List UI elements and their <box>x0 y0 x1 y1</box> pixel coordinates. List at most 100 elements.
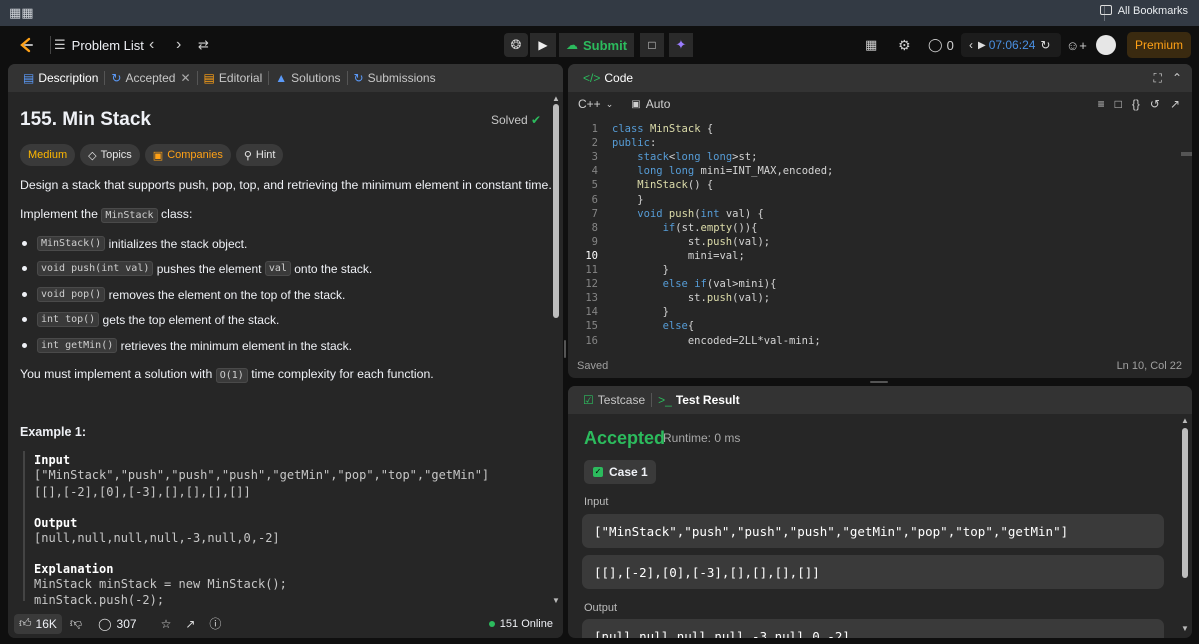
check-icon: ✓ <box>593 467 603 477</box>
next-problem-chevron-icon[interactable]: › <box>176 26 181 64</box>
code-editor[interactable]: 1 class MinStack {2 public: 3 stack<long lo… <box>568 122 1178 350</box>
comment-count: 307 <box>116 616 137 631</box>
language-select[interactable]: C++ ⌄ <box>578 97 613 111</box>
description-scrollbar[interactable] <box>553 104 559 318</box>
list-item: void push(int val) pushes the element va… <box>22 261 372 276</box>
comments-button[interactable]: ◯ 307 <box>98 617 136 631</box>
method-desc: gets the top element of the stack. <box>102 312 280 327</box>
layout-grid-icon[interactable]: ▦ <box>865 26 877 64</box>
tab-editorial[interactable]: ▤ Editorial <box>198 64 269 92</box>
tab-solutions[interactable]: ▲ Solutions <box>269 64 346 92</box>
share-icon[interactable]: ↗ <box>185 617 195 631</box>
case-1-tab[interactable]: ✓ Case 1 <box>584 460 656 484</box>
note-icon[interactable]: □ <box>640 33 664 57</box>
apps-grid-icon[interactable]: ▦▦ <box>9 5 34 21</box>
streak-counter[interactable]: ◯ 0 <box>928 26 954 64</box>
auto-mode[interactable]: ▣ Auto <box>631 97 670 111</box>
test-scrollbar[interactable] <box>1182 428 1188 578</box>
tab-description[interactable]: ▤ Description <box>17 64 104 92</box>
settings-gear-icon[interactable]: ⚙ <box>898 26 911 64</box>
tab-test-result[interactable]: >_ Test Result <box>652 386 745 414</box>
complexity-code: O(1) <box>215 368 248 383</box>
line-number: 11 <box>585 264 598 276</box>
topics-tag[interactable]: ◇ Topics <box>80 144 140 166</box>
timer-widget[interactable]: ‹ ▶ 07:06:24 ↻ <box>961 33 1061 57</box>
close-tab-icon[interactable]: ✕ <box>180 71 190 85</box>
reset-icon[interactable]: ↺ <box>1150 97 1160 111</box>
tab-code[interactable]: </> Code <box>577 64 639 92</box>
avatar[interactable] <box>1096 35 1116 55</box>
prev-problem-chevron-icon[interactable]: ‹ <box>149 26 154 64</box>
implement-line: Implement the MinStack class: <box>20 207 192 223</box>
like-button[interactable]: 👍︎ 16K <box>14 613 62 634</box>
hint-tag[interactable]: ⚲ Hint <box>235 144 284 166</box>
braces-icon[interactable]: {} <box>1132 97 1140 111</box>
complexity-pre: You must implement a solution with <box>20 367 213 381</box>
submit-button[interactable]: ☁ Submit <box>559 33 634 57</box>
example-explanation-line: MinStack minStack = new MinStack(); <box>34 577 287 591</box>
tag-row: Medium ◇ Topics ▣ Companies ⚲ Hint <box>20 144 288 166</box>
line-number: 4 <box>591 165 598 178</box>
help-icon[interactable]: ⓘ <box>209 615 221 632</box>
vertical-resize-handle[interactable] <box>564 340 566 358</box>
collapse-chevron-icon[interactable]: ⌃ <box>1172 71 1182 86</box>
shuffle-icon[interactable]: ⇄ <box>198 26 209 64</box>
history-icon: ↻ <box>111 71 122 85</box>
input-value: ["MinStack","push","push","push","getMin… <box>594 523 1069 539</box>
premium-button[interactable]: Premium <box>1127 32 1191 58</box>
add-collaborator-icon[interactable]: ☺+ <box>1066 26 1087 64</box>
code-text: void push(int val) { <box>637 207 764 220</box>
example-input-line: ["MinStack","push","push","push","getMin… <box>34 468 490 482</box>
companies-tag[interactable]: ▣ Companies <box>144 144 231 166</box>
tab-submissions[interactable]: ↻ Submissions <box>348 64 442 92</box>
cursor-position: Ln 10, Col 22 <box>1116 360 1182 372</box>
line-number: 13 <box>585 292 598 305</box>
code-brackets-icon: </> <box>583 71 601 85</box>
timer-play-icon: ▶ <box>978 39 986 51</box>
expand-icon[interactable]: ↗ <box>1170 97 1180 111</box>
line-number: 8 <box>591 221 598 234</box>
scroll-up-arrow-icon[interactable]: ▲ <box>1181 416 1189 425</box>
scroll-up-arrow-icon[interactable]: ▲ <box>552 94 560 103</box>
companies-label: Companies <box>167 149 223 161</box>
tab-testcase[interactable]: ☑ Testcase <box>577 386 651 414</box>
scroll-down-arrow-icon[interactable]: ▼ <box>1181 624 1189 633</box>
line-number: 6 <box>591 193 598 206</box>
method-desc-2: onto the stack. <box>294 261 373 276</box>
example-input-args: [[],[-2],[0],[-3],[],[],[],[]] <box>34 485 251 499</box>
terminal-icon: >_ <box>658 393 672 407</box>
editor-scrollbar[interactable] <box>1181 152 1192 156</box>
problem-list-button[interactable]: ☰ Problem List <box>54 26 144 64</box>
tab-code-label: Code <box>604 71 634 85</box>
problem-list-label: Problem List <box>71 37 144 53</box>
leetcode-logo[interactable] <box>16 26 36 64</box>
timer-reset-icon: ↻ <box>1040 38 1051 52</box>
line-number: 15 <box>585 320 598 333</box>
timer-value: 07:06:24 <box>988 38 1036 52</box>
top-navigation: ☰ Problem List ‹ › ⇄ ❂ ▶ ☁ Submit □ ✦ ▦ … <box>0 26 1199 64</box>
ai-sparkle-icon[interactable]: ✦ <box>669 33 693 57</box>
panel-resize-handle[interactable] <box>870 381 888 383</box>
example-title: Example 1: <box>20 425 87 439</box>
method-code: MinStack() <box>37 236 106 251</box>
method-desc: pushes the element <box>156 261 262 276</box>
scroll-down-arrow-icon[interactable]: ▼ <box>552 596 560 605</box>
maximize-icon[interactable]: ⛶ <box>1154 71 1162 86</box>
code-text: public: <box>612 137 657 150</box>
tab-solutions-label: Solutions <box>291 71 341 85</box>
star-icon[interactable]: ☆ <box>161 617 172 631</box>
all-bookmarks-button[interactable]: All Bookmarks <box>1099 5 1188 17</box>
debug-bug-icon[interactable]: ❂ <box>504 33 528 57</box>
comment-icon: ◯ <box>98 616 112 631</box>
thumbs-down-icon[interactable]: 👎︎ <box>70 616 82 631</box>
hint-label: Hint <box>255 149 276 161</box>
bookmark-icon[interactable]: □ <box>1115 97 1122 111</box>
like-count: 16K <box>35 616 57 631</box>
run-play-icon[interactable]: ▶ <box>530 33 556 57</box>
tab-submissions-label: Submissions <box>367 71 436 85</box>
format-icon[interactable]: ≡ <box>1098 97 1105 111</box>
tab-accepted[interactable]: ↻ Accepted ✕ <box>105 64 196 92</box>
fire-icon: ◯ <box>928 37 943 52</box>
code-text: } <box>612 264 669 276</box>
line-number: 2 <box>591 137 598 150</box>
